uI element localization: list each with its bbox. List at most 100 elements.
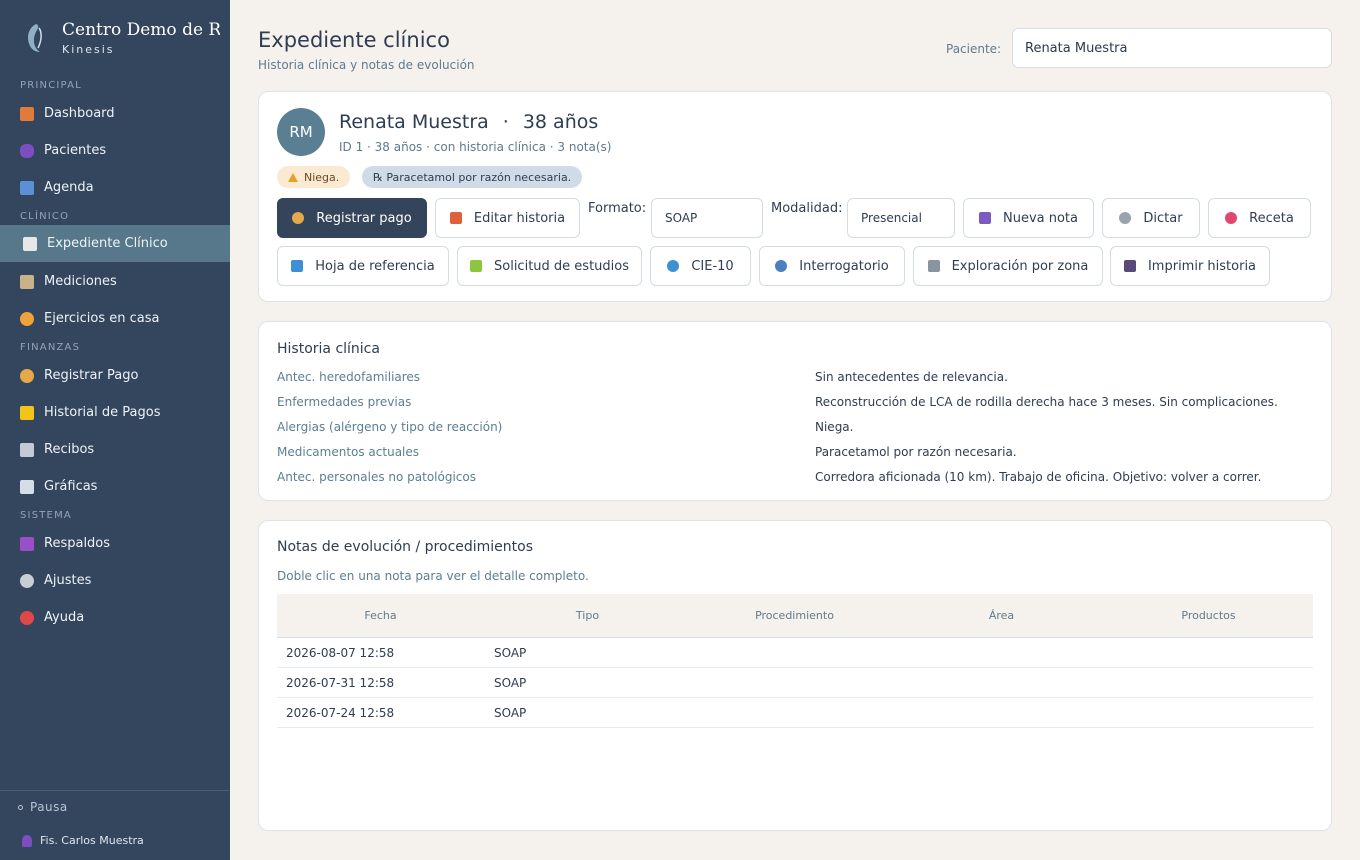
patient-age: 38 años [522,111,599,133]
sidebar-item-recibos[interactable]: Recibos [0,431,230,468]
sidebar-item-mediciones[interactable]: Mediciones [0,263,230,300]
section-clinico: CLÍNICO [20,211,70,222]
section-finanzas: FINANZAS [20,342,81,353]
referral-button[interactable]: Hoja de referencia [277,246,449,286]
column-header-area[interactable]: Área [898,609,1105,622]
study-request-button[interactable]: Solicitud de estudios [457,246,642,286]
sidebar-item-ayuda[interactable]: Ayuda [0,599,230,636]
patient-name-heading: Renata Muestra · 38 años [339,111,598,133]
zone-exam-button[interactable]: Exploración por zona [913,246,1103,286]
chart-icon [20,479,34,494]
sidebar-item-expediente-clinico[interactable]: Expediente Clínico [0,225,230,262]
sidebar-item-dashboard[interactable]: Dashboard [0,95,230,132]
column-header-procedimiento[interactable]: Procedimiento [691,609,898,622]
format-label: Formato: [588,201,647,216]
sidebar-item-label: Gráficas [44,479,98,494]
clipboard-icon [23,236,37,251]
register-payment-button[interactable]: Registrar pago [277,198,427,238]
print-history-button[interactable]: Imprimir historia [1110,246,1270,286]
sidebar-item-registrar-pago[interactable]: Registrar Pago [0,357,230,394]
referral-label: Hoja de referencia [315,258,435,274]
sidebar-item-label: Respaldos [44,536,111,551]
notes-hint: Doble clic en una nota para ver el detal… [277,569,589,583]
page-title: Expediente clínico [258,28,450,52]
study-request-label: Solicitud de estudios [494,258,629,274]
sidebar-item-label: Agenda [44,180,94,195]
microphone-icon [1119,212,1132,224]
status-indicator: Pausa [18,800,68,814]
referral-icon [291,260,304,272]
sidebar-item-graficas[interactable]: Gráficas [0,468,230,505]
brand-logo-icon [28,24,42,52]
new-note-label: Nueva nota [1002,210,1078,226]
page-subtitle: Historia clínica y notas de evolución [258,58,475,72]
printer-icon [1123,260,1136,272]
sidebar-divider [0,790,230,791]
column-header-productos[interactable]: Productos [1105,609,1312,622]
new-note-button[interactable]: Nueva nota [963,198,1094,238]
cell-tipo: SOAP [494,706,527,720]
interrogation-label: Interrogatorio [799,258,889,274]
allergy-badge: Niega. [277,166,351,188]
sidebar-item-agenda[interactable]: Agenda [0,169,230,206]
interrogation-button[interactable]: Interrogatorio [759,246,905,286]
status-text: Pausa [30,800,68,814]
sidebar-item-historial-de-pagos[interactable]: Historial de Pagos [0,394,230,431]
sidebar-item-label: Mediciones [44,274,117,289]
sidebar-item-pacientes[interactable]: Pacientes [0,132,230,169]
sidebar-item-label: Ayuda [44,610,85,625]
brand-subtitle: Kinesis [62,43,115,56]
cell-tipo: SOAP [494,646,527,660]
history-value: Reconstrucción de LCA de rodilla derecha… [815,395,1278,409]
sidebar-item-label: Dashboard [44,106,115,121]
question-icon [20,610,34,625]
allergy-badge-text: Niega. [304,170,340,184]
sidebar-item-respaldos[interactable]: Respaldos [0,525,230,562]
stethoscope-icon [775,260,788,272]
avatar: RM [277,108,325,156]
status-dot-icon [18,805,23,810]
sidebar-item-ajustes[interactable]: Ajustes [0,562,230,599]
format-select[interactable]: SOAP [651,198,763,238]
user-name: Fis. Carlos Muestra [40,834,144,847]
table-row[interactable]: 2026-07-31 12:58 SOAP [277,668,1313,698]
table-row[interactable]: 2026-08-07 12:58 SOAP [277,638,1313,668]
cell-fecha: 2026-07-24 12:58 [286,706,395,720]
microscope-icon [927,260,940,272]
evolution-notes-card: Notas de evolución / procedimientos Dobl… [258,520,1332,831]
edit-history-button[interactable]: Editar historia [435,198,580,238]
money-bag-icon [292,212,305,224]
zone-exam-label: Exploración por zona [951,258,1089,274]
notes-table-header: Fecha Tipo Procedimiento Área Productos [277,594,1313,638]
register-payment-label: Registrar pago [316,210,412,226]
runner-icon [20,311,34,326]
history-value: Paracetamol por razón necesaria. [815,445,1017,459]
patient-name: Renata Muestra [339,111,489,133]
prescription-button[interactable]: Receta [1208,198,1311,238]
medication-badge: ℞ Paracetamol por razón necesaria. [362,166,583,188]
sidebar-item-label: Expediente Clínico [47,236,168,251]
history-label: Antec. heredofamiliares [277,370,421,384]
column-header-fecha[interactable]: Fecha [277,609,484,622]
pill-icon [1225,212,1238,224]
evolution-notes-title: Notas de evolución / procedimientos [277,539,534,555]
patient-label: Paciente: [946,42,1002,56]
pencil-icon [449,212,462,224]
receipt-icon [20,442,34,457]
column-header-tipo[interactable]: Tipo [484,609,691,622]
brand: Centro Demo de Rehabilitación Kinesis [20,18,220,58]
cell-fecha: 2026-07-31 12:58 [286,676,395,690]
history-value: Sin antecedentes de relevancia. [815,370,1008,384]
current-user[interactable]: Fis. Carlos Muestra [22,834,144,847]
dictate-button[interactable]: Dictar [1102,198,1200,238]
table-row[interactable]: 2026-07-24 12:58 SOAP [277,698,1313,728]
patient-search-input[interactable] [1012,28,1332,68]
clinical-history-card: Historia clínica Antec. heredofamiliares… [258,321,1332,501]
history-value: Niega. [815,420,854,434]
modality-select[interactable]: Presencial [847,198,955,238]
history-label: Medicamentos actuales [277,445,420,459]
prescription-label: Receta [1249,210,1294,226]
sidebar: Centro Demo de Rehabilitación Kinesis PR… [0,0,230,860]
sidebar-item-ejercicios-en-casa[interactable]: Ejercicios en casa [0,300,230,337]
icd10-button[interactable]: CIE-10 [650,246,751,286]
